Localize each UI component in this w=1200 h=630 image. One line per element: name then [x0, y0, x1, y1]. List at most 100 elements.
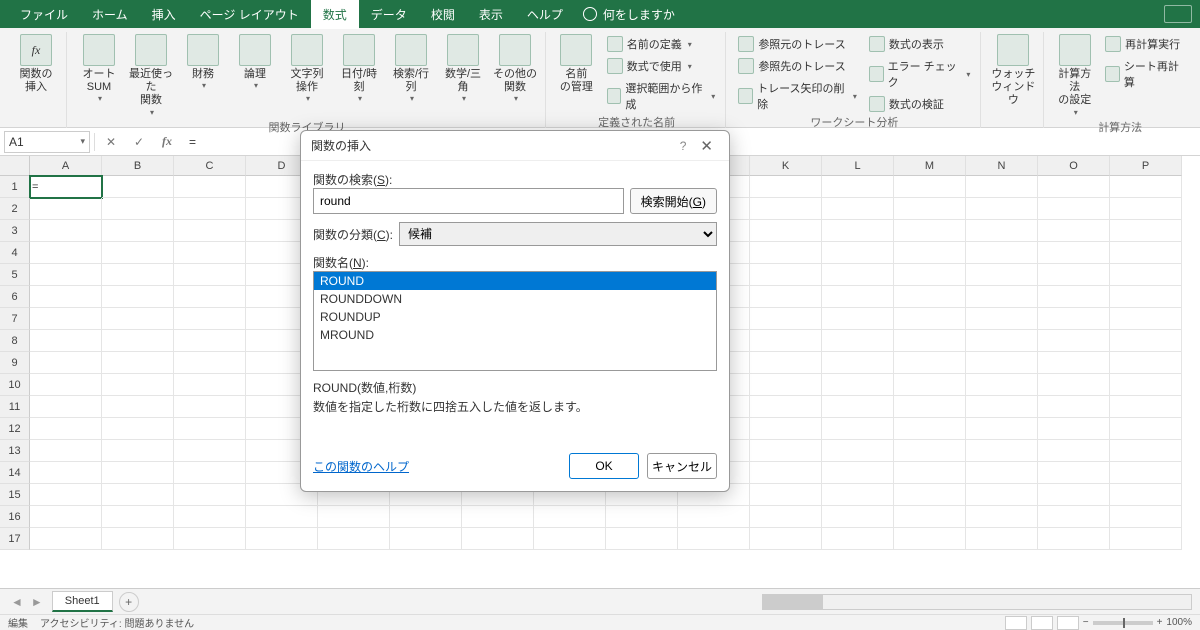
cell[interactable] — [966, 352, 1038, 374]
cell[interactable] — [174, 198, 246, 220]
cell[interactable] — [966, 528, 1038, 550]
cell[interactable] — [822, 418, 894, 440]
function-option[interactable]: MROUND — [314, 326, 716, 344]
cell[interactable] — [174, 418, 246, 440]
cancel-button[interactable]: キャンセル — [647, 453, 717, 479]
cell[interactable] — [30, 308, 102, 330]
cell[interactable] — [318, 528, 390, 550]
cell[interactable] — [30, 264, 102, 286]
cell[interactable] — [30, 198, 102, 220]
cell[interactable] — [894, 374, 966, 396]
cell[interactable] — [894, 440, 966, 462]
cell[interactable] — [822, 484, 894, 506]
cell[interactable] — [174, 440, 246, 462]
row-header[interactable]: 12 — [0, 418, 30, 440]
cell[interactable] — [1038, 462, 1110, 484]
cell[interactable] — [102, 286, 174, 308]
cell[interactable] — [246, 528, 318, 550]
cell[interactable] — [822, 264, 894, 286]
cell[interactable] — [822, 506, 894, 528]
column-header[interactable]: A — [30, 156, 102, 176]
cell[interactable] — [102, 506, 174, 528]
calculation-options-button[interactable]: 計算方法の設定 — [1052, 32, 1097, 119]
cell[interactable] — [102, 418, 174, 440]
cell[interactable] — [894, 484, 966, 506]
cell[interactable] — [750, 440, 822, 462]
row-header[interactable]: 3 — [0, 220, 30, 242]
function-help-link[interactable]: この関数のヘルプ — [313, 458, 409, 475]
sheet-nav-next-icon[interactable]: ► — [28, 595, 46, 609]
menu-tab-7[interactable]: 表示 — [467, 0, 515, 29]
select-all-corner[interactable] — [0, 156, 30, 176]
cell[interactable] — [1038, 374, 1110, 396]
cell[interactable] — [750, 462, 822, 484]
function-option[interactable]: ROUNDDOWN — [314, 290, 716, 308]
cell[interactable] — [966, 242, 1038, 264]
ribbon-small-btn[interactable]: エラー チェック — [865, 56, 975, 92]
cell[interactable] — [1038, 264, 1110, 286]
normal-view-button[interactable] — [1005, 616, 1027, 630]
cell[interactable] — [102, 374, 174, 396]
cell[interactable] — [174, 220, 246, 242]
ribbon-btn[interactable]: その他の関数 — [491, 32, 539, 105]
cell[interactable] — [174, 484, 246, 506]
name-manager-button[interactable]: 名前の管理 — [554, 32, 599, 96]
cell[interactable] — [750, 396, 822, 418]
cell[interactable] — [30, 374, 102, 396]
cell[interactable] — [462, 528, 534, 550]
cell[interactable] — [1038, 330, 1110, 352]
cell[interactable] — [750, 418, 822, 440]
cell[interactable] — [1110, 264, 1182, 286]
dialog-help-icon[interactable]: ? — [672, 139, 695, 153]
cell[interactable] — [966, 506, 1038, 528]
function-option[interactable]: ROUNDUP — [314, 308, 716, 326]
cell[interactable] — [894, 198, 966, 220]
zoom-out-button[interactable]: − — [1083, 617, 1089, 628]
ribbon-btn[interactable]: 検索/行列 — [387, 32, 435, 105]
cell[interactable] — [894, 352, 966, 374]
cell[interactable] — [174, 286, 246, 308]
cell[interactable] — [30, 330, 102, 352]
row-header[interactable]: 6 — [0, 286, 30, 308]
cell[interactable] — [822, 242, 894, 264]
cell[interactable] — [30, 352, 102, 374]
cell[interactable] — [102, 528, 174, 550]
function-list[interactable]: ROUNDROUNDDOWNROUNDUPMROUND — [313, 271, 717, 371]
cell[interactable] — [822, 198, 894, 220]
cell[interactable]: = — [30, 176, 102, 198]
cell[interactable] — [894, 286, 966, 308]
menu-tab-8[interactable]: ヘルプ — [515, 0, 575, 29]
cell[interactable] — [1038, 176, 1110, 198]
cell[interactable] — [1038, 396, 1110, 418]
cell[interactable] — [750, 242, 822, 264]
cell[interactable] — [822, 352, 894, 374]
cell[interactable] — [174, 528, 246, 550]
row-header[interactable]: 9 — [0, 352, 30, 374]
cell[interactable] — [534, 506, 606, 528]
cell[interactable] — [174, 352, 246, 374]
cell[interactable] — [750, 308, 822, 330]
column-header[interactable]: C — [174, 156, 246, 176]
cell[interactable] — [894, 462, 966, 484]
cell[interactable] — [822, 330, 894, 352]
column-header[interactable]: K — [750, 156, 822, 176]
page-layout-view-button[interactable] — [1031, 616, 1053, 630]
cell[interactable] — [966, 264, 1038, 286]
menu-tab-2[interactable]: 挿入 — [140, 0, 188, 29]
cell[interactable] — [894, 242, 966, 264]
ribbon-small-btn[interactable]: 数式の検証 — [865, 94, 975, 114]
cell[interactable] — [606, 528, 678, 550]
search-start-button[interactable]: 検索開始(G) — [630, 188, 717, 214]
page-break-view-button[interactable] — [1057, 616, 1079, 630]
cell[interactable] — [1110, 418, 1182, 440]
menu-tab-6[interactable]: 校閲 — [419, 0, 467, 29]
cell[interactable] — [1038, 418, 1110, 440]
ribbon-btn[interactable]: 数学/三角 — [439, 32, 487, 105]
column-header[interactable]: B — [102, 156, 174, 176]
ribbon-small-btn[interactable]: 参照元のトレース — [734, 34, 861, 54]
insert-function-button[interactable]: fx 関数の挿入 — [12, 32, 60, 96]
ribbon-btn[interactable]: オートSUM — [75, 32, 123, 105]
cell[interactable] — [1110, 242, 1182, 264]
cell[interactable] — [174, 308, 246, 330]
name-box[interactable]: A1▾ — [4, 131, 90, 153]
